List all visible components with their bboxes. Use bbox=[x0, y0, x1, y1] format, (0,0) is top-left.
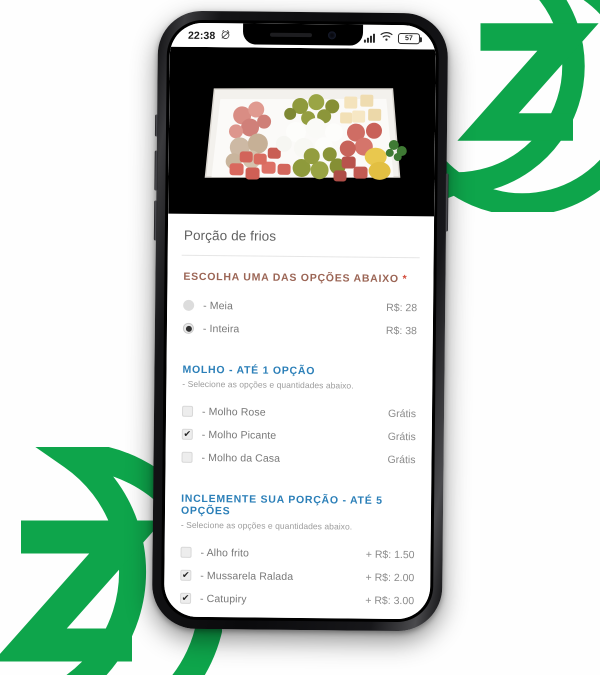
option-label: - Mussarela Ralada bbox=[200, 569, 294, 583]
section-heading-label: MOLHO - ATÉ 1 OPÇÃO bbox=[182, 363, 316, 378]
option-control[interactable] bbox=[180, 569, 200, 581]
checkbox-unchecked-icon[interactable] bbox=[181, 451, 193, 463]
signal-bars-icon bbox=[363, 33, 376, 43]
phone-mockup: 22:38 57 Porção de frios ESCOLHA UMA DAS… bbox=[151, 10, 449, 632]
option-label: - Molho Picante bbox=[201, 428, 277, 442]
required-marker: * bbox=[398, 273, 408, 286]
section-subtitle-incremente: - Selecione as opções e quantidades abai… bbox=[180, 519, 353, 532]
section-molho: MOLHO - ATÉ 1 OPÇÃO - Selecione as opções… bbox=[165, 349, 432, 472]
section-heading-label: ESCOLHA UMA DAS OPÇÕES ABAIXO bbox=[183, 270, 399, 286]
phone-bezel: 22:38 57 Porção de frios ESCOLHA UMA DAS… bbox=[160, 19, 440, 623]
option-label: - Molho da Casa bbox=[201, 451, 281, 465]
options-sections: ESCOLHA UMA DAS OPÇÕES ABAIXO * - Meia R$:… bbox=[164, 256, 434, 620]
option-row[interactable]: - Alho frito + R$: 1.50 bbox=[180, 541, 415, 566]
option-row[interactable]: - Catupiry + R$: 3.00 bbox=[180, 587, 414, 612]
checkbox-checked-icon[interactable] bbox=[180, 569, 192, 581]
checkbox-unchecked-icon[interactable] bbox=[181, 405, 194, 417]
option-row[interactable]: - Molho da Casa Grátis bbox=[181, 446, 416, 471]
option-row[interactable]: - Meia R$: 28 bbox=[183, 294, 417, 319]
volume-up-button[interactable] bbox=[154, 150, 158, 191]
option-price: + R$: 1.00 bbox=[365, 617, 414, 619]
option-label: - Inteira bbox=[202, 322, 240, 335]
option-price: Grátis bbox=[387, 430, 416, 443]
product-title: Porção de frios bbox=[183, 227, 277, 244]
option-control[interactable] bbox=[181, 405, 202, 417]
alarm-off-icon bbox=[220, 29, 231, 43]
option-control[interactable] bbox=[179, 615, 200, 620]
phone-frame: 22:38 57 Porção de frios ESCOLHA UMA DAS… bbox=[151, 10, 449, 632]
phone-notch bbox=[242, 23, 364, 46]
option-control[interactable] bbox=[183, 299, 203, 311]
option-price: + R$: 3.00 bbox=[365, 594, 415, 607]
wifi-icon bbox=[380, 31, 393, 45]
status-bar-clock: 22:38 bbox=[187, 29, 216, 43]
battery-level-label: 57 bbox=[405, 34, 413, 42]
option-list-incremente: - Alho frito + R$: 1.50 - Mussarela Ralada… bbox=[179, 530, 415, 620]
checkbox-checked-icon[interactable] bbox=[180, 592, 192, 604]
section-heading-molho: MOLHO - ATÉ 1 OPÇÃO bbox=[182, 349, 416, 378]
battery-icon: 57 bbox=[397, 32, 421, 44]
option-list-escolha: - Meia R$: 28 - Inteira R$: 38 bbox=[182, 283, 418, 342]
product-hero-image bbox=[168, 46, 436, 217]
earpiece-speaker-icon bbox=[269, 32, 313, 37]
option-price: R$: 28 bbox=[386, 301, 418, 314]
option-label: - Catupiry bbox=[200, 592, 247, 605]
option-control[interactable] bbox=[181, 428, 202, 440]
mute-switch-button[interactable] bbox=[154, 114, 159, 137]
section-incremente: INCLEMENTE SUA PORÇÃO - ATÉ 5 OPÇÕES - Se… bbox=[164, 478, 431, 620]
section-heading-incremente: INCLEMENTE SUA PORÇÃO - ATÉ 5 OPÇÕES bbox=[181, 478, 415, 519]
option-control[interactable] bbox=[181, 451, 202, 463]
option-row[interactable]: - Inteira R$: 38 bbox=[182, 317, 417, 342]
option-label: - Alho frito bbox=[200, 546, 250, 559]
option-control[interactable] bbox=[180, 546, 201, 558]
power-button[interactable] bbox=[444, 173, 449, 232]
section-heading-escolha: ESCOLHA UMA DAS OPÇÕES ABAIXO * bbox=[183, 256, 417, 285]
section-escolha: ESCOLHA UMA DAS OPÇÕES ABAIXO * - Meia R$:… bbox=[167, 256, 434, 343]
option-price: R$: 38 bbox=[385, 324, 417, 337]
checkbox-unchecked-icon[interactable] bbox=[179, 615, 191, 620]
option-label: - Meia bbox=[203, 299, 233, 312]
option-price: Grátis bbox=[387, 453, 416, 466]
option-row[interactable]: - Molho Picante Grátis bbox=[181, 423, 416, 448]
checkbox-unchecked-icon[interactable] bbox=[180, 546, 192, 558]
option-row[interactable]: - Mussarela Ralada + R$: 2.00 bbox=[180, 564, 414, 589]
option-row[interactable]: - Salada+ R$: 1.00 bbox=[179, 610, 414, 620]
front-camera-icon bbox=[327, 30, 337, 39]
checkbox-checked-icon[interactable] bbox=[181, 428, 193, 440]
option-label: - Molho Rose bbox=[201, 405, 266, 419]
option-price: + R$: 2.00 bbox=[365, 571, 415, 584]
section-heading-label: INCLEMENTE SUA PORÇÃO - ATÉ 5 OPÇÕES bbox=[180, 492, 383, 518]
section-subtitle-molho: - Selecione as opções e quantidades abai… bbox=[182, 378, 354, 391]
option-price: Grátis bbox=[387, 407, 417, 420]
option-control[interactable] bbox=[182, 322, 203, 334]
radio-checked-icon[interactable] bbox=[182, 322, 194, 334]
phone-screen: 22:38 57 Porção de frios ESCOLHA UMA DAS… bbox=[163, 22, 437, 620]
option-list-molho: - Molho RoseGrátis- Molho PicanteGrátis-… bbox=[181, 389, 416, 471]
option-price: + R$: 1.50 bbox=[365, 548, 415, 561]
app-content: Porção de frios ESCOLHA UMA DAS OPÇÕES A… bbox=[163, 46, 436, 620]
radio-unchecked-icon[interactable] bbox=[183, 299, 195, 311]
option-control[interactable] bbox=[180, 592, 200, 604]
volume-down-button[interactable] bbox=[153, 200, 158, 241]
option-label: - Salada bbox=[200, 615, 365, 619]
option-row[interactable]: - Molho Rose Grátis bbox=[181, 400, 417, 425]
